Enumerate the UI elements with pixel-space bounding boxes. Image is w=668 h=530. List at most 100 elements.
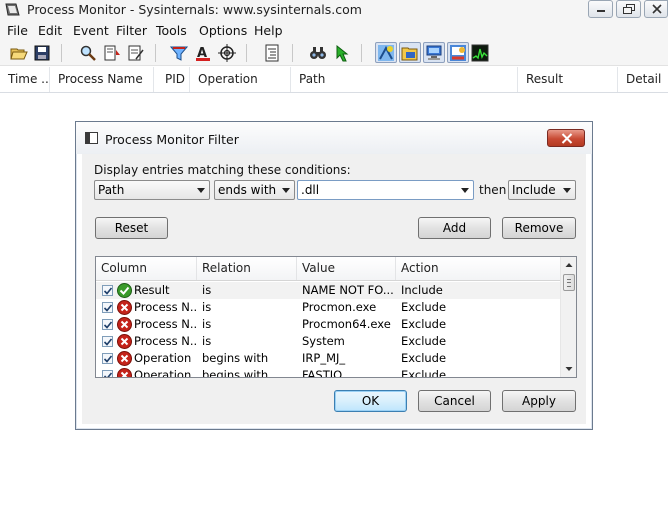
rule-action: Exclude xyxy=(401,334,447,348)
profiling-icon[interactable] xyxy=(471,44,489,62)
process-activity-icon[interactable] xyxy=(447,42,469,63)
highlight-icon[interactable]: A xyxy=(194,44,212,62)
chevron-down-icon xyxy=(461,188,469,193)
relation-select[interactable]: ends with xyxy=(214,180,295,200)
exclude-x-icon xyxy=(117,334,132,349)
column-header-path[interactable]: Path xyxy=(291,67,518,92)
column-header-time[interactable]: Time ... xyxy=(0,67,50,92)
save-icon[interactable] xyxy=(33,44,51,62)
magnifier-icon[interactable] xyxy=(79,44,97,62)
toolbar-separator xyxy=(361,44,362,62)
open-icon[interactable] xyxy=(10,44,28,62)
rule-enabled-checkbox[interactable] xyxy=(102,285,113,296)
include-check-icon xyxy=(117,283,132,298)
procmon-app-icon[interactable] xyxy=(4,3,20,17)
rule-relation: is xyxy=(202,334,212,348)
add-button[interactable]: Add xyxy=(418,217,491,239)
rule-column: Process N... xyxy=(134,300,196,314)
clear-icon[interactable] xyxy=(127,44,145,62)
list-header-column[interactable]: Column xyxy=(96,257,197,280)
value-combo-input[interactable]: .dll xyxy=(297,180,474,200)
menu-options[interactable]: Options xyxy=(199,23,247,38)
toolbar-separator xyxy=(246,44,247,62)
remove-button[interactable]: Remove xyxy=(502,217,576,239)
title-bar: Process Monitor - Sysinternals: www.sysi… xyxy=(0,0,668,20)
chevron-down-icon xyxy=(197,188,205,193)
minimize-button[interactable] xyxy=(588,0,613,18)
filter-rule-row[interactable]: Process N... is Procmon.exe Exclude xyxy=(96,299,560,316)
column-header-process-name[interactable]: Process Name xyxy=(50,67,154,92)
scroll-down-arrow-icon[interactable] xyxy=(561,361,576,377)
network-activity-icon[interactable] xyxy=(423,42,445,63)
menu-edit[interactable]: Edit xyxy=(38,23,62,38)
reset-button[interactable]: Reset xyxy=(95,217,168,239)
rule-action: Include xyxy=(401,283,443,297)
process-tree-icon[interactable] xyxy=(263,44,281,62)
toolbar: A xyxy=(0,40,668,66)
dialog-title-bar: Process Monitor Filter xyxy=(76,122,592,154)
scroll-up-arrow-icon[interactable] xyxy=(561,257,576,273)
list-vertical-scrollbar[interactable] xyxy=(560,257,576,377)
column-header-detail[interactable]: Detail xyxy=(618,67,668,92)
filter-icon[interactable] xyxy=(169,44,189,62)
list-header-relation[interactable]: Relation xyxy=(197,257,297,280)
rule-value: System xyxy=(302,334,345,348)
menu-file[interactable]: File xyxy=(7,23,28,38)
filter-rule-row[interactable]: Operation begins with IRP_MJ_ Exclude xyxy=(96,350,560,367)
value-input-text: .dll xyxy=(301,183,320,197)
rule-column: Process N... xyxy=(134,334,196,348)
action-select[interactable]: Include xyxy=(508,180,576,200)
close-window-button[interactable] xyxy=(644,0,668,18)
find-icon[interactable] xyxy=(309,44,327,62)
file-activity-icon[interactable] xyxy=(399,42,421,63)
filter-rules-header: Column Relation Value Action xyxy=(96,257,560,281)
chevron-down-icon xyxy=(563,188,571,193)
cancel-button[interactable]: Cancel xyxy=(418,390,491,412)
chevron-down-icon xyxy=(282,188,290,193)
then-label: then xyxy=(479,183,507,197)
rule-relation: is xyxy=(202,317,212,331)
autoscroll-icon[interactable] xyxy=(103,44,121,62)
column-header-result[interactable]: Result xyxy=(518,67,618,92)
filter-rule-row[interactable]: Process N... is System Exclude xyxy=(96,333,560,350)
ok-button[interactable]: OK xyxy=(334,390,407,412)
filter-rule-row[interactable]: Result is NAME NOT FO... Include xyxy=(96,282,560,299)
menu-help[interactable]: Help xyxy=(254,23,283,38)
restore-button[interactable] xyxy=(616,0,641,18)
rule-value: IRP_MJ_ xyxy=(302,351,346,365)
column-header-pid[interactable]: PID xyxy=(154,67,190,92)
filter-rule-row[interactable]: Operation begins with FASTIO_ Exclude xyxy=(96,367,560,378)
list-header-action[interactable]: Action xyxy=(396,257,560,280)
rule-relation: begins with xyxy=(202,368,269,378)
menu-event[interactable]: Event xyxy=(73,23,109,38)
menu-tools[interactable]: Tools xyxy=(156,23,187,38)
rule-value: Procmon64.exe xyxy=(302,317,391,331)
rule-enabled-checkbox[interactable] xyxy=(102,370,113,377)
target-icon[interactable] xyxy=(218,44,236,62)
rule-relation: is xyxy=(202,283,212,297)
rule-enabled-checkbox[interactable] xyxy=(102,336,113,347)
filter-prompt-label: Display entries matching these condition… xyxy=(94,163,351,177)
filter-rule-row[interactable]: Process N... is Procmon64.exe Exclude xyxy=(96,316,560,333)
registry-activity-icon[interactable] xyxy=(375,42,397,63)
action-select-value: Include xyxy=(512,183,556,197)
menu-filter[interactable]: Filter xyxy=(116,23,147,38)
rule-enabled-checkbox[interactable] xyxy=(102,302,113,313)
rule-value: NAME NOT FO... xyxy=(302,283,394,297)
column-header-operation[interactable]: Operation xyxy=(190,67,291,92)
window-title: Process Monitor - Sysinternals: www.sysi… xyxy=(27,2,362,17)
rule-enabled-checkbox[interactable] xyxy=(102,319,113,330)
exclude-x-icon xyxy=(117,368,132,377)
dialog-window-icon xyxy=(85,132,98,144)
column-select-value: Path xyxy=(98,183,125,197)
filter-rules-list[interactable]: Column Relation Value Action Result is N… xyxy=(95,256,577,378)
apply-button[interactable]: Apply xyxy=(502,390,576,412)
rule-enabled-checkbox[interactable] xyxy=(102,353,113,364)
column-select[interactable]: Path xyxy=(94,180,210,200)
jump-icon[interactable] xyxy=(333,44,351,62)
dialog-close-button[interactable] xyxy=(547,129,585,147)
event-list-header: Time ... Process Name PID Operation Path… xyxy=(0,67,668,93)
list-header-value[interactable]: Value xyxy=(297,257,396,280)
dialog-title: Process Monitor Filter xyxy=(105,132,239,147)
scrollbar-thumb[interactable] xyxy=(563,274,575,291)
